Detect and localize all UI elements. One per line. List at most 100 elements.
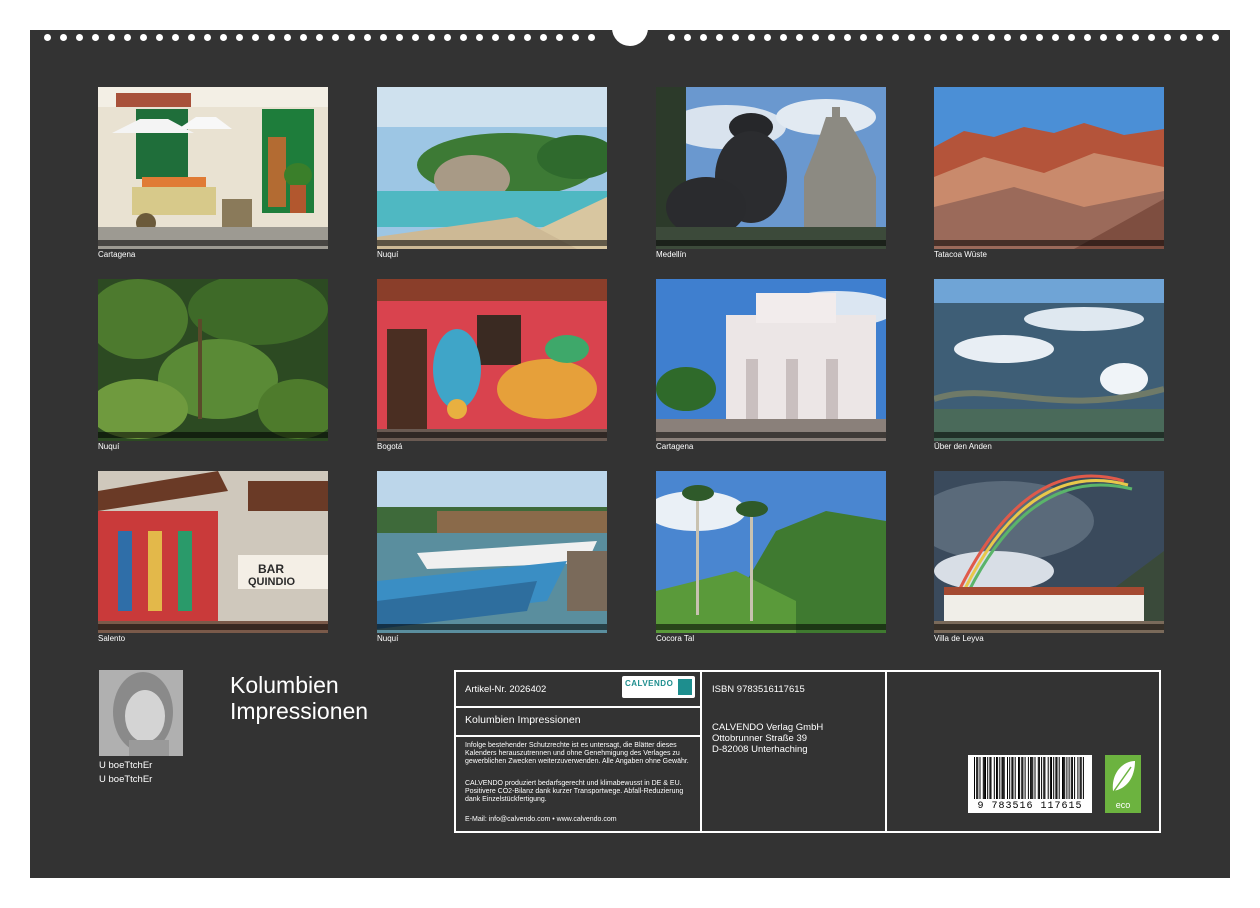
calendar-back-page: Cartagena Nuquí Medellín Tatacoa Wüste N… — [30, 16, 1230, 878]
month-strip — [656, 240, 886, 246]
barcode-bar — [1047, 757, 1049, 799]
binding-hole — [460, 34, 467, 41]
photo-caption: Villa de Leyva — [934, 634, 984, 643]
binding-hole — [268, 34, 275, 41]
barcode-bar — [1063, 757, 1065, 799]
binding-hole — [876, 34, 883, 41]
binding-hole — [844, 34, 851, 41]
binding-hole — [540, 34, 547, 41]
barcode-bar — [1049, 757, 1051, 799]
barcode-bar — [1066, 757, 1068, 799]
binding-hole — [1100, 34, 1107, 41]
photo-nuqui-beach — [377, 87, 607, 249]
barcode-bar — [1022, 757, 1024, 799]
binding-hole — [316, 34, 323, 41]
barcode-bar — [1044, 757, 1046, 799]
binding-hole — [956, 34, 963, 41]
binding-hole — [44, 34, 51, 41]
binding-hole — [1116, 34, 1123, 41]
photo-caption: Über den Anden — [934, 442, 992, 451]
photo-caption: Medellín — [656, 250, 687, 259]
month-strip — [656, 432, 886, 438]
photo-cocora-valley — [656, 471, 886, 633]
author-portrait — [99, 670, 183, 756]
month-strip — [377, 240, 607, 246]
binding-hole — [1164, 34, 1171, 41]
barcode-bar — [1034, 757, 1036, 799]
photo-caption: Cartagena — [656, 442, 694, 451]
barcode-bar — [1058, 757, 1060, 799]
barcode-bar — [976, 757, 978, 799]
calendar-title: Kolumbien Impressionen — [230, 672, 368, 724]
barcode-bar — [1051, 757, 1052, 799]
article-number: Artikel-Nr. 2026402 — [465, 684, 547, 695]
barcode-bar — [1012, 757, 1014, 799]
binding-hole — [556, 34, 563, 41]
publisher-street: Ottobrunner Straße 39 — [712, 733, 808, 744]
photo-nuqui-boats — [377, 471, 607, 633]
binding-hole — [892, 34, 899, 41]
barcode-bar — [1027, 757, 1029, 799]
barcode-bar — [1071, 757, 1073, 799]
barcode-bar — [1053, 757, 1055, 799]
svg-text:BAR: BAR — [258, 562, 284, 576]
binding-hole — [428, 34, 435, 41]
photo-caption: Salento — [98, 634, 126, 643]
eco-badge: eco — [1105, 755, 1141, 813]
binding-hole — [1004, 34, 1011, 41]
barcode-bar — [985, 757, 986, 799]
barcode-bar — [1043, 757, 1045, 799]
barcode-bar — [1014, 757, 1016, 799]
month-strip — [98, 624, 328, 630]
binding-hole — [1196, 34, 1203, 41]
month-strip — [656, 624, 886, 630]
month-strip — [377, 432, 607, 438]
barcode-bar — [1074, 757, 1076, 799]
binding-hole — [1052, 34, 1059, 41]
binding-hole — [492, 34, 499, 41]
binding-hole — [684, 34, 691, 41]
production-notice: CALVENDO produziert bedarfsgerecht und k… — [465, 780, 684, 803]
binding-hole — [124, 34, 131, 41]
binding-hole — [780, 34, 787, 41]
author-name: U boeTtchEr — [99, 760, 153, 771]
barcode-bar — [1003, 757, 1005, 799]
binding-hole — [668, 34, 675, 41]
month-strip — [98, 240, 328, 246]
photo-caption: Nuquí — [98, 442, 120, 451]
barcode-bar — [993, 757, 995, 799]
photo-medellin-sculpture — [656, 87, 886, 249]
barcode-bar — [1031, 757, 1033, 799]
binding-hole — [172, 34, 179, 41]
barcode-bar — [983, 757, 985, 799]
barcode-digits: 9 783516 117615 — [977, 801, 1083, 812]
logo-wordmark: CALVENDO — [625, 679, 674, 688]
binding-hole — [1036, 34, 1043, 41]
month-strip — [934, 432, 1164, 438]
binding-hole — [92, 34, 99, 41]
binding-hole — [348, 34, 355, 41]
barcode-bar — [996, 757, 997, 799]
barcode-bar — [1030, 757, 1032, 799]
month-strip — [934, 624, 1164, 630]
binding-hole — [300, 34, 307, 41]
binding-hole — [236, 34, 243, 41]
binding-hole — [764, 34, 771, 41]
divider — [456, 735, 700, 737]
eco-label: eco — [1115, 800, 1131, 810]
barcode-bar — [1080, 757, 1082, 799]
photo-caption: Cartagena — [98, 250, 136, 259]
title-line-2: Impressionen — [230, 698, 369, 724]
binding-hole — [828, 34, 835, 41]
svg-text:QUINDIO: QUINDIO — [248, 576, 296, 588]
binding-hole — [108, 34, 115, 41]
photo-andes-aerial — [934, 279, 1164, 441]
barcode-bar — [1019, 757, 1021, 799]
calvendo-logo: CALVENDO — [622, 676, 695, 698]
photo-caption: Nuquí — [377, 250, 399, 259]
barcode-bar — [1077, 757, 1079, 799]
barcode-bar — [1018, 757, 1019, 799]
barcode-bar — [979, 757, 981, 799]
leaf-icon — [1112, 761, 1135, 792]
binding-hole — [908, 34, 915, 41]
